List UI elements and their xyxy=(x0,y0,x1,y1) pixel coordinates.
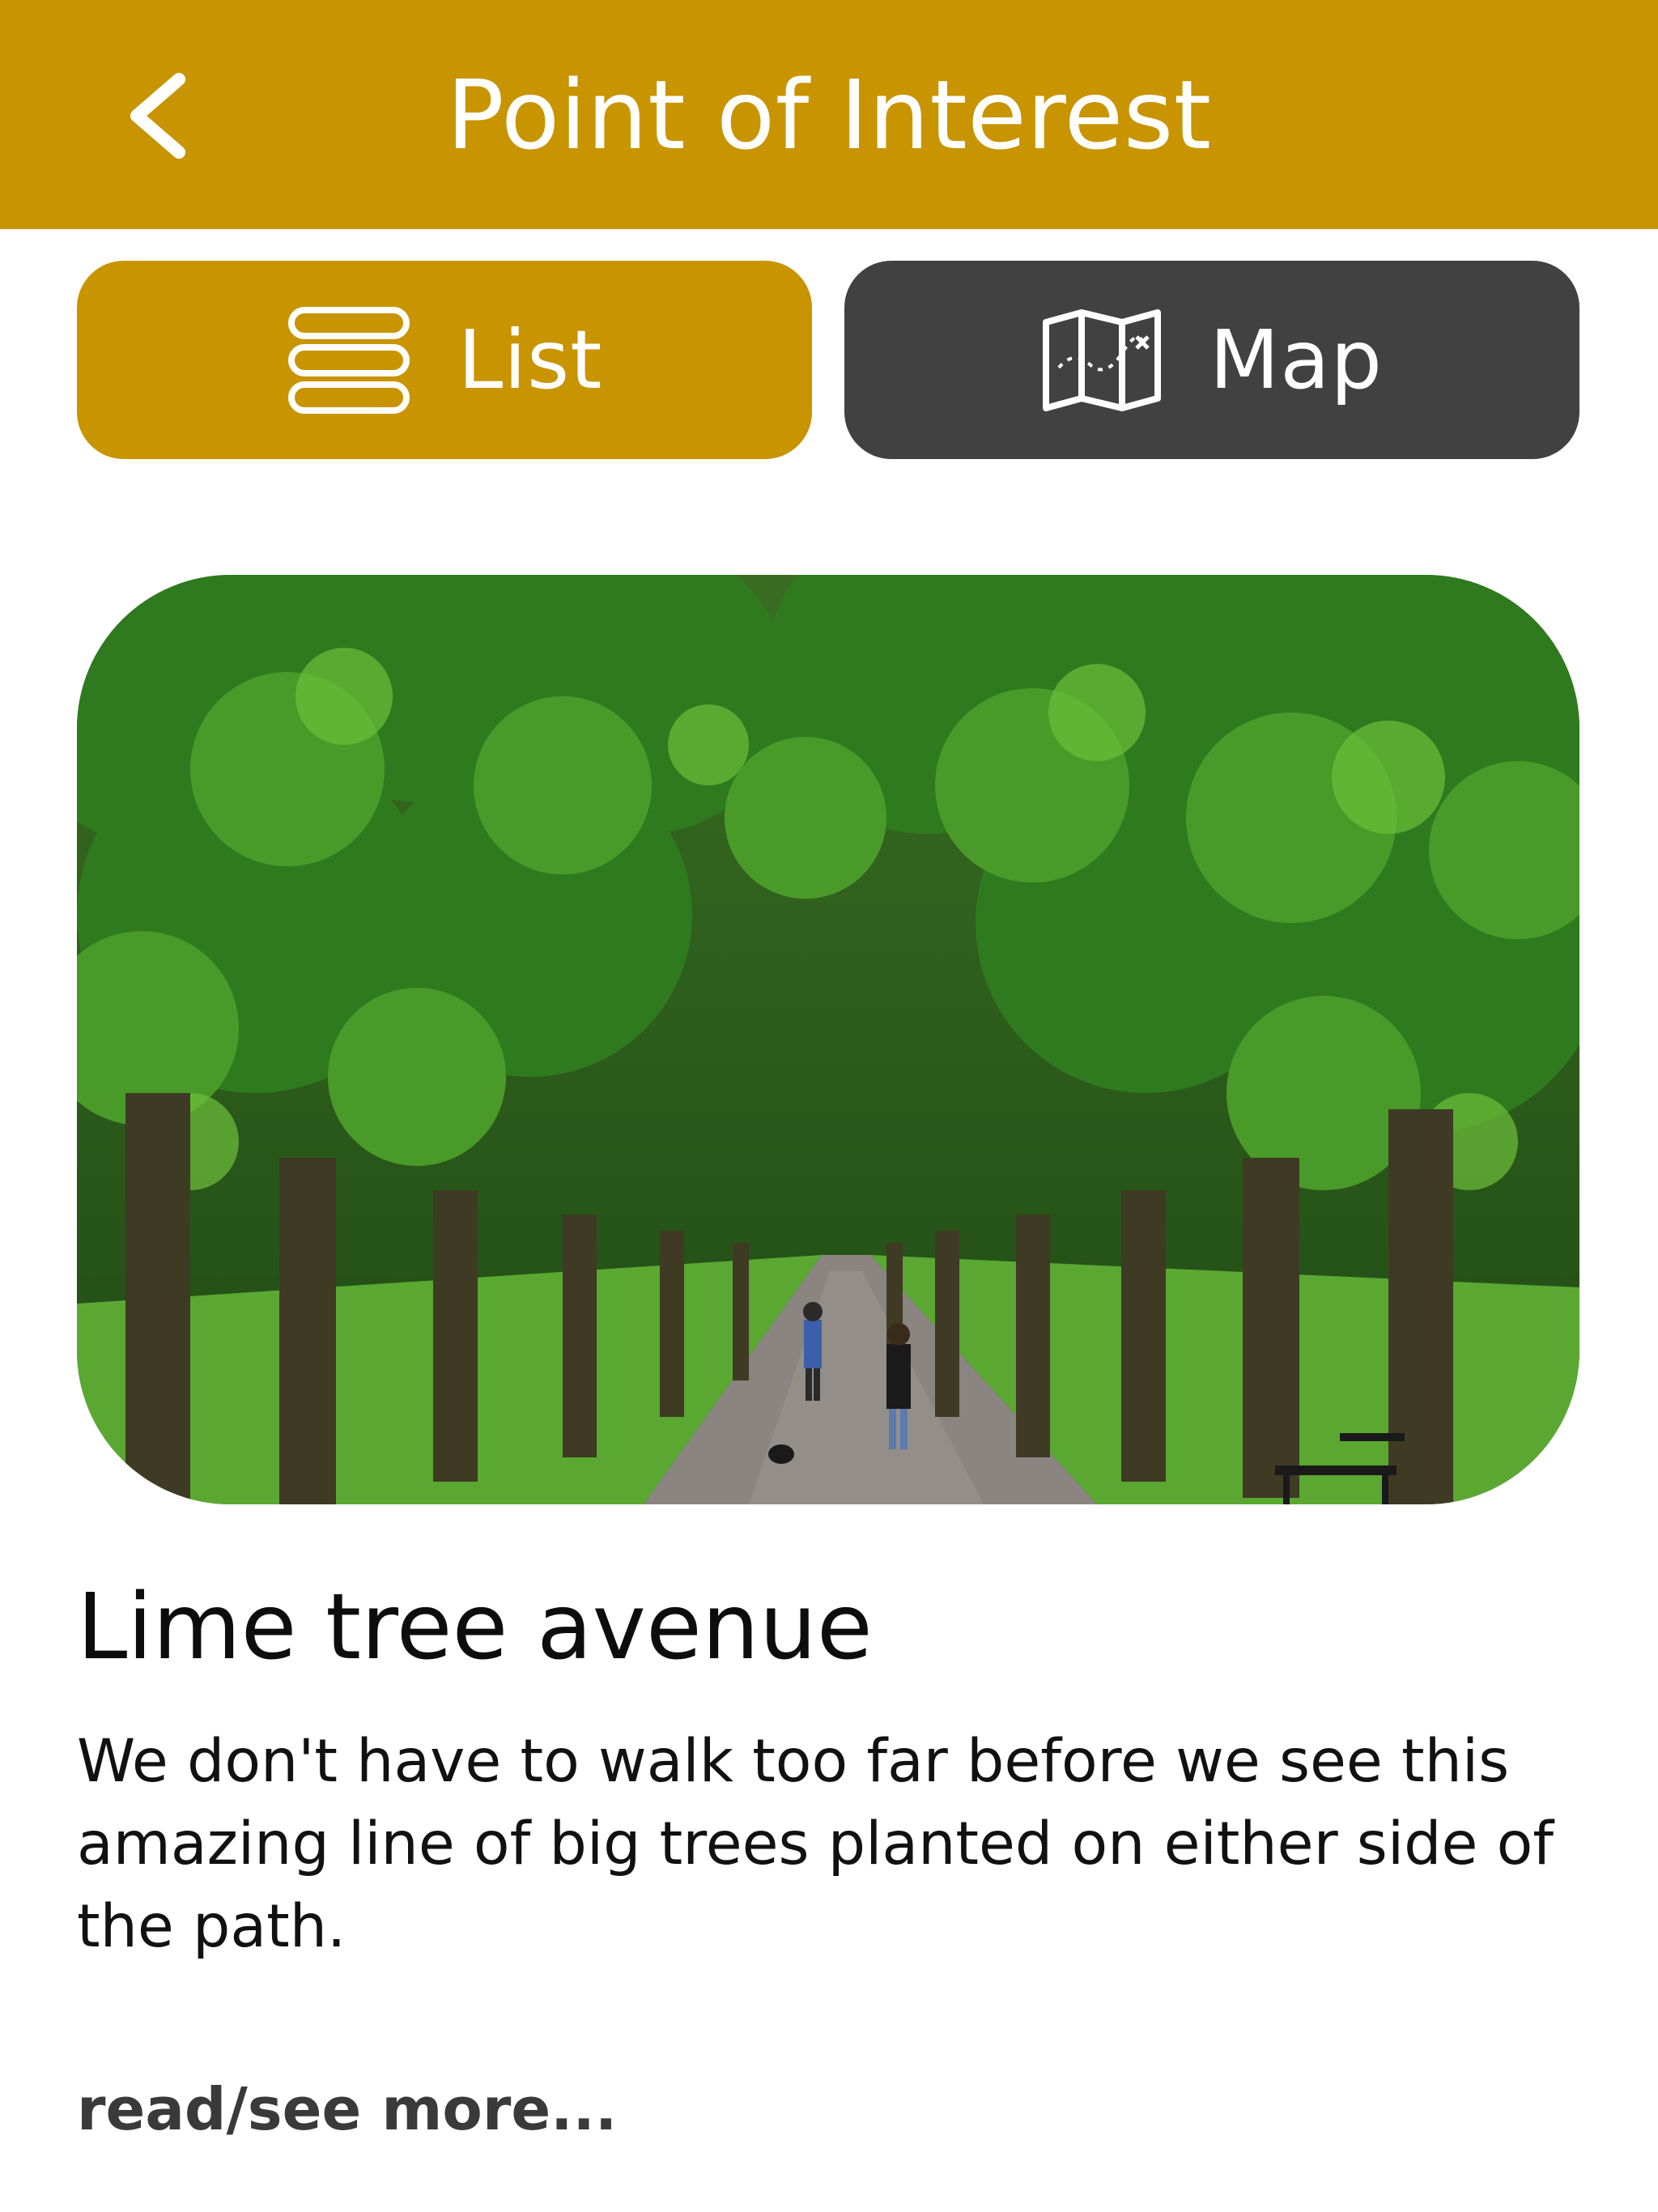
map-view-button[interactable]: Map xyxy=(844,261,1579,459)
page-title: Point of Interest xyxy=(446,59,1212,171)
poi-title: Lime tree avenue xyxy=(77,1575,873,1680)
list-view-label: List xyxy=(457,312,603,407)
poi-description: We don't have to walk too far before we … xyxy=(77,1727,1554,1961)
list-view-button[interactable]: List xyxy=(77,261,812,459)
poi-photo xyxy=(77,575,1579,1504)
map-view-label: Map xyxy=(1209,312,1384,407)
list-icon xyxy=(287,305,411,415)
read-more-link[interactable]: read/see more... xyxy=(77,2069,617,2150)
app-header: Point of Interest xyxy=(0,0,1658,229)
folded-map-icon xyxy=(1041,308,1163,413)
